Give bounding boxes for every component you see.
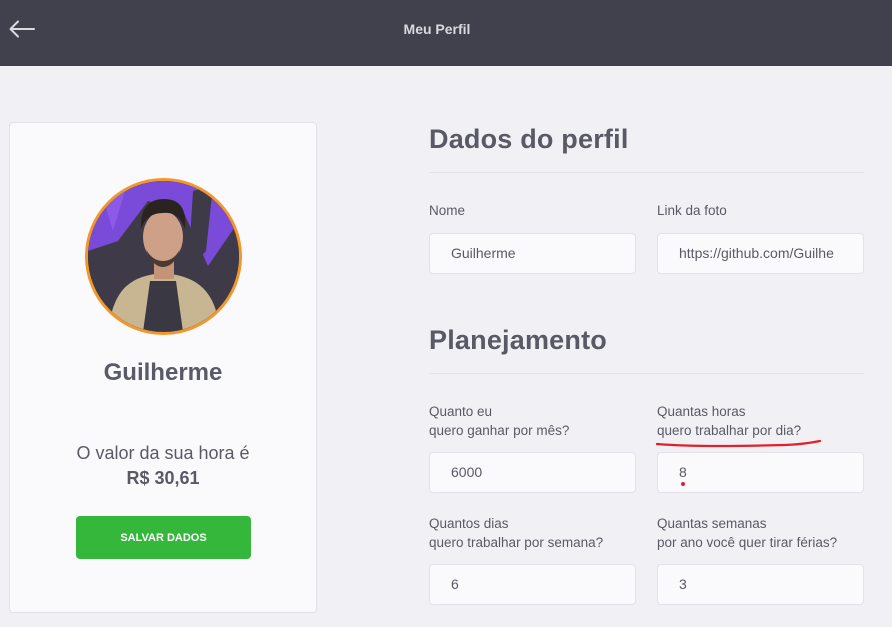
monthly-income-label-line1: Quanto eu bbox=[429, 404, 493, 419]
name-input[interactable]: Guilherme bbox=[429, 233, 636, 274]
hour-value: R$ 30,61 bbox=[126, 468, 200, 488]
name-label: Nome bbox=[429, 203, 466, 218]
annotation-underline bbox=[655, 439, 822, 448]
profile-card: Guilherme O valor da sua hora é R$ 30,61… bbox=[9, 122, 317, 613]
vacation-weeks-label-line1: Quantas semanas bbox=[657, 516, 767, 531]
top-bar: Meu Perfil bbox=[0, 0, 892, 66]
hour-value-label: O valor da sua hora é bbox=[76, 443, 250, 463]
section-divider bbox=[429, 373, 864, 374]
vacation-weeks-input[interactable]: 3 bbox=[657, 564, 864, 605]
hours-per-day-label-line1: Quantas horas bbox=[657, 404, 746, 419]
profile-section-title: Dados do perfil bbox=[429, 124, 629, 154]
photo-link-label: Link da foto bbox=[657, 203, 727, 218]
hours-per-day-input[interactable]: 8 bbox=[657, 452, 864, 493]
vacation-weeks-label-line2: por ano você quer tirar férias? bbox=[657, 535, 838, 550]
vacation-weeks-label: Quantas semanas por ano você quer tirar … bbox=[657, 514, 837, 552]
days-per-week-input[interactable]: 6 bbox=[429, 564, 636, 605]
monthly-income-label: Quanto eu quero ganhar por mês? bbox=[429, 402, 569, 440]
section-divider bbox=[429, 172, 864, 173]
save-button[interactable]: SALVAR DADOS bbox=[76, 516, 251, 559]
annotation-dot bbox=[681, 482, 685, 486]
profile-name: Guilherme bbox=[103, 359, 223, 386]
monthly-income-label-line2: quero ganhar por mês? bbox=[429, 423, 570, 438]
monthly-income-input[interactable]: 6000 bbox=[429, 452, 636, 493]
page-title: Meu Perfil bbox=[403, 21, 471, 37]
days-per-week-label-line2: quero trabalhar por semana? bbox=[429, 535, 604, 550]
avatar bbox=[85, 178, 242, 335]
avatar-photo bbox=[88, 181, 239, 332]
days-per-week-label-line1: Quantos dias bbox=[429, 516, 509, 531]
photo-link-input[interactable]: https://github.com/Guilhe bbox=[657, 233, 864, 274]
hours-per-day-label: Quantas horas quero trabalhar por dia? bbox=[657, 402, 801, 440]
planning-section-title: Planejamento bbox=[429, 325, 607, 355]
days-per-week-label: Quantos dias quero trabalhar por semana? bbox=[429, 514, 603, 552]
